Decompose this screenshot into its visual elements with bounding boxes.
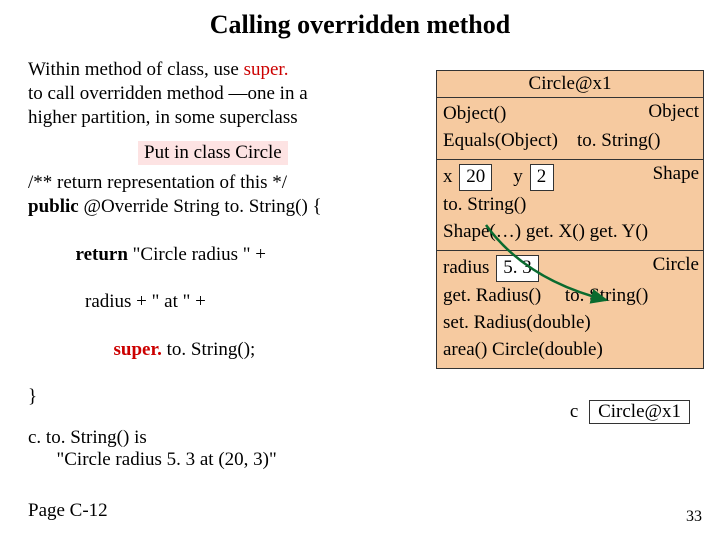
object-partition: Object Object() Equals(Object) to. Strin… <box>437 98 703 160</box>
code-block: /** return representation of this */ pub… <box>28 171 423 409</box>
shape-tostring: to. String() <box>443 193 697 218</box>
put-in-class-label: Put in class Circle <box>138 141 288 165</box>
evaluation-text: c. to. String() is "Circle radius 5. 3 a… <box>28 427 423 471</box>
code-return: return "Circle radius " + <box>28 219 423 290</box>
circle-tostring: to. String() <box>565 285 648 306</box>
value-x: 20 <box>459 164 492 191</box>
shape-methods: Shape(…) get. X() get. Y() <box>443 220 697 245</box>
slide-number: 33 <box>686 508 702 526</box>
page-number: Page C-12 <box>28 500 108 522</box>
var-c-label: c <box>570 401 578 423</box>
code-line5: super. to. String(); <box>28 314 423 385</box>
object-header: Circle@x1 <box>437 71 703 98</box>
eval-line2: "Circle radius 5. 3 at (20, 3)" <box>28 449 423 471</box>
circle-methods2: set. Radius(double) <box>443 311 697 336</box>
circle-methods3: area() Circle(double) <box>443 338 697 363</box>
field-x: x <box>443 166 453 187</box>
shape-label: Shape <box>653 162 699 187</box>
super-keyword: super. <box>244 59 289 80</box>
code-line4: radius + " at " + <box>28 290 423 314</box>
circle-partition: Circle radius 5. 3 get. Radius() to. Str… <box>437 251 703 368</box>
value-radius: 5. 3 <box>496 255 539 282</box>
intro-line2: to call overridden method —one in a <box>28 83 308 104</box>
code-str1: "Circle radius " + <box>133 244 266 265</box>
code-signature: public @Override String to. String() { <box>28 195 423 219</box>
var-c-value: Circle@x1 <box>589 400 690 424</box>
code-sig-rest: @Override String to. String() { <box>83 196 321 217</box>
object-diagram: Circle@x1 Object Object() Equals(Object)… <box>436 70 704 369</box>
code-close: } <box>28 385 423 409</box>
kw-return: return <box>57 244 133 265</box>
field-y: y <box>513 166 523 187</box>
circle-label: Circle <box>653 253 699 278</box>
slide-title: Calling overridden method <box>0 0 720 40</box>
circle-methods1: get. Radius() to. String() <box>443 284 697 309</box>
field-radius: radius <box>443 257 489 278</box>
left-column: Within method of class, use super. to ca… <box>28 58 423 471</box>
object-label: Object <box>648 100 699 125</box>
eval-line1: c. to. String() is <box>28 427 423 449</box>
code-indent5 <box>57 339 114 360</box>
object-row2: Equals(Object) to. String() <box>443 129 697 154</box>
code-comment: /** return representation of this */ <box>28 171 423 195</box>
intro-line1a: Within method of class, use <box>28 59 244 80</box>
object-box: Circle@x1 Object Object() Equals(Object)… <box>436 70 704 369</box>
super-call: super. <box>114 339 167 360</box>
intro-line3: higher partition, in some superclass <box>28 107 298 128</box>
intro-text: Within method of class, use super. to ca… <box>28 58 423 129</box>
shape-partition: Shape x 20 y 2 to. String() Shape(…) get… <box>437 160 703 251</box>
getradius-method: get. Radius() <box>443 285 541 306</box>
code-tostring: to. String(); <box>167 339 256 360</box>
kw-public: public <box>28 196 83 217</box>
variable-c: c Circle@x1 <box>570 400 692 424</box>
value-y: 2 <box>530 164 554 191</box>
equals-method: Equals(Object) <box>443 130 558 151</box>
object-tostring: to. String() <box>577 130 660 151</box>
